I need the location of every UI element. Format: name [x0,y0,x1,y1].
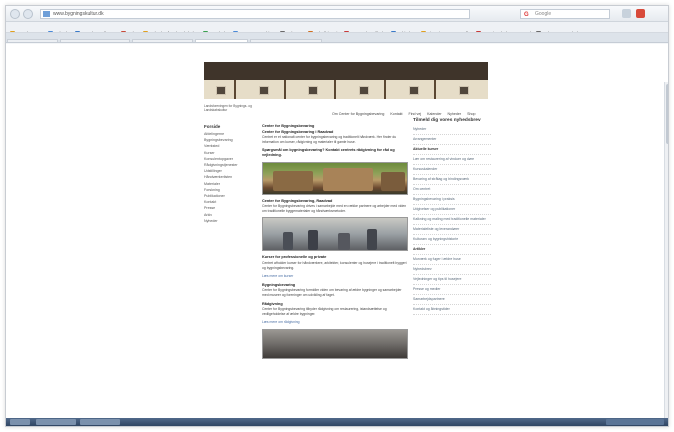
browser-tab[interactable]: Bornholm - opslag - ... [7,39,59,42]
forward-icon[interactable] [23,9,33,19]
sidebar-link[interactable]: Kontakt og åbningstider [413,307,491,315]
bookmarks-bar: Mest besøgteNyhederDanske-ordbøgerKultur… [6,22,668,33]
sidebar-link[interactable]: Om centret [413,187,491,195]
sidebar-link[interactable]: Arrangementer [413,137,491,145]
topnav-link[interactable]: Shop [467,112,475,116]
sidebar-link[interactable]: Lær om restaurering af vinduer og døre [413,157,491,165]
topnav-link[interactable]: Kalender [427,112,441,116]
taskbar [6,418,668,426]
start-button[interactable] [10,419,30,425]
url-text: www.bygningskultur.dk [53,11,104,17]
section3-heading: Bygningsbevaring [262,282,296,287]
highlight-text: Spørgsmål om bygningsbevaring? Kontakt c… [262,148,395,157]
sidebar-link[interactable]: Kulturarv og bygningshistorie [413,237,491,245]
scrollbar[interactable] [664,82,668,426]
browser-tab[interactable]: Bygger - BBI - Tidsskrift - ... [131,39,194,42]
sidebar-link[interactable]: Artikler [413,247,491,255]
sidebar-link[interactable]: Murværk og fuger i ældre huse [413,257,491,265]
sidebar-link[interactable]: Nyhedsbrev [413,267,491,275]
main-content: Center for Bygningsbevaring Center for B… [262,124,408,363]
sidebar-link[interactable]: Materialeliste og leverandører [413,227,491,235]
sidebar-link[interactable]: Vejledninger og tips til husejere [413,277,491,285]
search-engine-icon: G [524,12,529,18]
browser-tab[interactable]: Bygningsbevaring - Realdania ... [250,39,322,42]
web-page: Landsforeningen for Bygnings- og Landska… [6,44,668,426]
leftnav-item[interactable]: Nyheder [204,218,256,224]
back-icon[interactable] [10,9,20,19]
right-sidebar: Tilmeld dig vores nyhedsbrev Nyheder Arra… [413,118,491,317]
topnav-link[interactable]: Kontakt [390,112,402,116]
building-photo [262,161,408,195]
workshop-photo [262,328,408,359]
topnav-link[interactable]: Nyheder [448,112,462,116]
left-navigation: Forside Afdelingerne Bygningsbevaring Værk… [204,124,256,224]
sidebar-link[interactable]: Samarbejdspartnere [413,297,491,305]
sidebar-link[interactable]: Bevaring af stråtag og bindingsværk [413,177,491,185]
address-bar: www.bygningskultur.dk G Google [6,6,668,22]
section4-heading: Rådgivning [262,301,283,306]
sidebar-link[interactable]: Aktuelle kurser [413,147,491,155]
section2-heading: Kurser for professionelle og private [262,255,327,260]
sidebar-link[interactable]: Udgivelser og publikationer [413,207,491,215]
course-photo [262,217,408,252]
sidebar-link[interactable]: Kursuskalender [413,167,491,175]
site-icon [43,11,50,17]
system-tray [606,419,664,425]
section3-text: Center for Bygningsbevaring formidler vi… [262,288,402,297]
addon-icon[interactable] [636,9,645,18]
section2-text: Centret afholder kurser for håndværkere,… [262,260,407,270]
topnav-link[interactable]: Om Center for Bygningsbevaring [332,112,384,116]
home-icon[interactable] [622,9,631,18]
header-banner [204,62,488,99]
sidebar-link[interactable]: Nyheder [413,127,491,135]
page-heading: Center for Bygningsbevaring [262,124,315,128]
leftnav-heading[interactable]: Forside [204,124,256,129]
section2-link[interactable]: Læs mere om kurser [262,274,408,279]
taskbar-item[interactable] [80,419,120,425]
sidebar-heading: Tilmeld dig vores nyhedsbrev [413,118,481,123]
browser-tab[interactable]: Bygningskultur - BBI ... [195,39,249,42]
site-logo[interactable]: Landsforeningen for Bygnings- og Landska… [204,104,256,112]
sidebar-link[interactable]: Kalkning og maling med traditionelle mat… [413,217,491,225]
site-container: Landsforeningen for Bygnings- og Landska… [204,62,491,426]
section4-link[interactable]: Læs mere om rådgivning [262,320,408,325]
section1-text: Center for Bygningsbevaring drives i sam… [262,204,407,213]
section1-heading: Center for Bygningsbevaring, Raadvad [262,198,333,203]
search-input[interactable]: G Google [520,9,610,19]
browser-window: www.bygningskultur.dk G Google Mest besø… [5,5,669,427]
url-input[interactable]: www.bygningskultur.dk [40,9,470,19]
sidebar-link[interactable]: Bygningsbevaring i praksis [413,197,491,205]
search-placeholder: Google [535,11,552,17]
sidebar-link[interactable]: Presse og medier [413,287,491,295]
browser-tab[interactable]: Museumsbesøg - Bornholm - ... [60,39,130,42]
tab-strip: Bornholm - opslag - ...Museumsbesøg - Bo… [6,33,668,43]
intro-text: Centret er et nationalt center for bygni… [262,135,397,144]
topnav-link[interactable]: Find vej [409,112,422,116]
intro-heading: Center for Bygningsbevaring i Raadvad [262,129,334,134]
taskbar-item[interactable] [36,419,76,425]
section4-text: Center for Bygningsbevaring tilbyder råd… [262,307,387,316]
